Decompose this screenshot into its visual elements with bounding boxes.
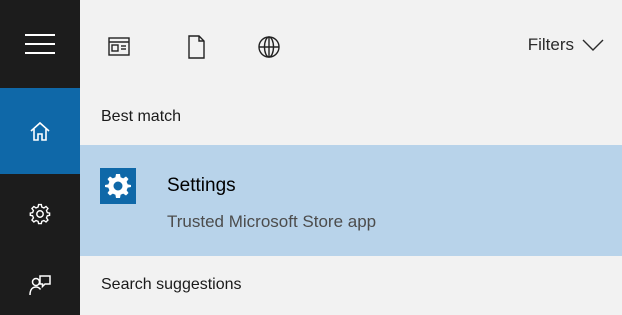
home-icon [30,121,50,141]
gear-icon [29,203,51,225]
result-subtitle: Trusted Microsoft Store app [167,212,377,231]
filters-label: Filters [527,35,574,54]
best-match-result[interactable]: Settings Trusted Microsoft Store app [80,145,622,256]
hamburger-menu-icon [25,34,55,54]
globe-icon [258,36,280,58]
home-button[interactable] [0,88,80,174]
settings-button[interactable] [0,174,80,254]
filters-dropdown[interactable]: Filters [528,35,604,55]
feedback-button[interactable] [0,254,80,315]
chevron-down-icon [582,39,604,51]
document-icon [188,35,205,59]
settings-gear-icon [105,174,131,198]
web-filter-button[interactable] [256,34,282,60]
settings-app-tile [100,168,136,204]
search-suggestions-heading: Search suggestions [101,276,242,293]
apps-filter-button[interactable] [106,34,132,60]
search-filter-bar: Filters [80,0,622,88]
documents-filter-button[interactable] [183,34,209,60]
feedback-icon [29,274,51,295]
result-title: Settings [167,175,236,196]
apps-filter-icon [108,37,130,56]
left-navigation-rail [0,0,80,315]
menu-button[interactable] [0,0,80,88]
best-match-heading: Best match [101,108,182,125]
